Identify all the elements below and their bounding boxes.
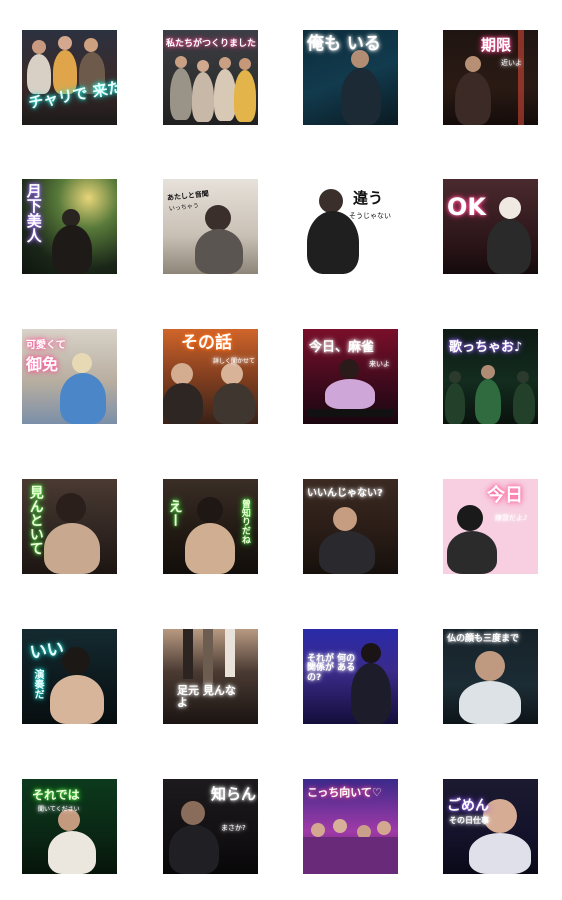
sticker-caption: 可愛くて [26,340,66,351]
sticker-4[interactable]: 期限 近いよ [443,30,538,125]
sticker-caption: 知らん [211,785,257,803]
sticker-caption: 違う [353,189,384,207]
sticker-3[interactable]: 俺も いる [303,30,398,125]
sticker-subcaption: その日仕事 [449,816,489,825]
sticker-caption: こっち向いて♡ [307,786,382,799]
sticker-21[interactable]: それでは 聞いてください [22,779,117,874]
sticker-11[interactable]: 今日、麻雀 来いよ [303,329,398,424]
sticker-caption: その話 [181,333,232,353]
sticker-caption: いいんじゃない? [307,488,383,499]
sticker-caption: ごめん [447,798,489,814]
sticker-caption: 期限 [481,36,512,54]
sticker-photo [443,779,538,874]
sticker-17[interactable]: いい 演奏だ [22,629,117,724]
sticker-24[interactable]: ごめん その日仕事 [443,779,538,874]
sticker-23[interactable]: こっち向いて♡ [303,779,398,874]
sticker-caption: 私たちがつくりました [166,39,257,49]
sticker-caption: 俺も いる [307,34,381,54]
sticker-19[interactable]: それが 何の関係が あるの? [303,629,398,724]
sticker-caption: 仏の顔も三度まで [447,634,520,644]
sticker-caption: 見んといて [27,485,44,555]
sticker-14[interactable]: えー 曾知りだね [163,479,258,574]
sticker-subcaption: 来いよ [369,360,390,368]
sticker-5[interactable]: 月下美人 [22,179,117,274]
sticker-caption: 今日、麻雀 [309,340,375,355]
sticker-grid: チャリで 来た 私たちがつくりました 俺も いる 期限 近いよ 月下美人 あたし… [0,0,562,900]
sticker-subcaption: 練習だよ♪ [495,514,528,522]
sticker-9[interactable]: 可愛くて 御免 [22,329,117,424]
sticker-subcaption: 御免 [26,355,59,374]
sticker-caption: それでは [32,788,80,802]
sticker-caption: それが 何の関係が あるの? [307,654,356,683]
sticker-22[interactable]: 知らん まさか? [163,779,258,874]
sticker-6[interactable]: あたしと音聞 いっちゃう [163,179,258,274]
sticker-8[interactable]: OK [443,179,538,274]
sticker-photo [303,179,398,274]
sticker-subcaption: 詳しく聞かせて [213,358,256,365]
sticker-12[interactable]: 歌っちゃお♪ [443,329,538,424]
sticker-subcaption: 近いよ [501,59,522,67]
sticker-caption: 月下美人 [24,183,43,243]
sticker-2[interactable]: 私たちがつくりました [163,30,258,125]
sticker-subcaption: 曾知りだね [239,499,250,544]
sticker-caption: OK [447,193,486,221]
sticker-15[interactable]: いいんじゃない? [303,479,398,574]
sticker-caption: 今日 [487,485,523,506]
sticker-subcaption: 聞いてください [38,806,80,813]
sticker-16[interactable]: 今日 練習だよ♪ [443,479,538,574]
sticker-18[interactable]: 足元 見んなよ [163,629,258,724]
sticker-13[interactable]: 見んといて [22,479,117,574]
sticker-7[interactable]: 違う そうじゃない [303,179,398,274]
sticker-photo [163,629,258,724]
sticker-caption: 歌っちゃお♪ [449,340,523,355]
sticker-subcaption: そうじゃない [349,212,391,220]
sticker-10[interactable]: その話 詳しく聞かせて [163,329,258,424]
sticker-20[interactable]: 仏の顔も三度まで [443,629,538,724]
sticker-caption: えー [166,499,183,527]
sticker-subcaption: まさか? [221,824,246,832]
sticker-1[interactable]: チャリで 来た [22,30,117,125]
sticker-caption: 足元 見んなよ [177,684,236,709]
sticker-subcaption: 演奏だ [32,669,43,699]
